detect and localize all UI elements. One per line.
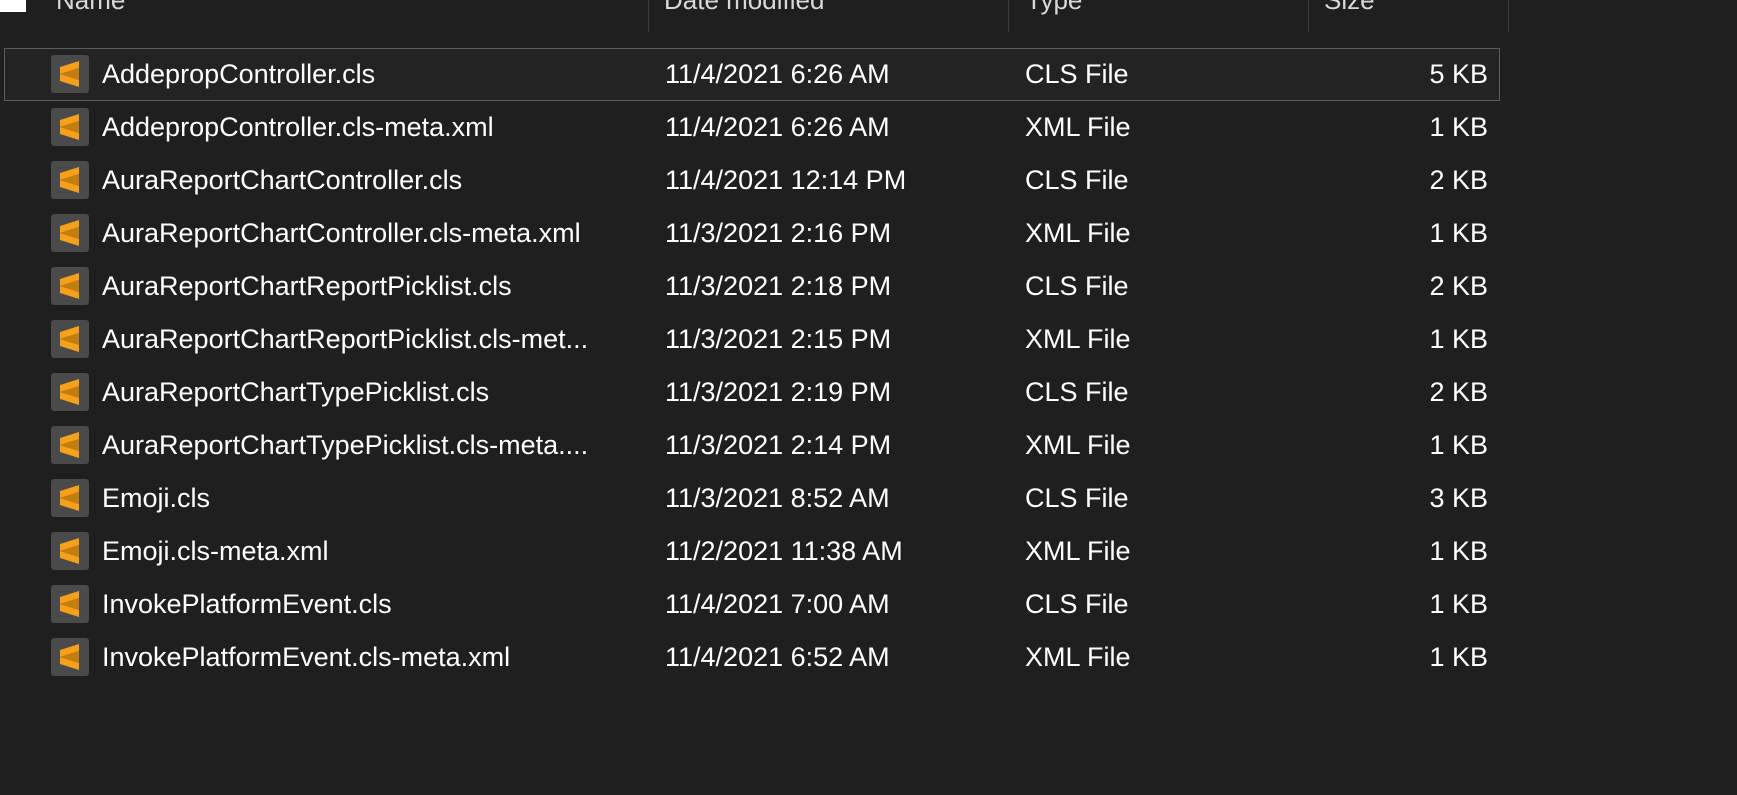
sublime-text-file-icon — [51, 373, 89, 411]
file-row[interactable]: InvokePlatformEvent.cls-meta.xml 11/4/20… — [4, 631, 1500, 684]
sublime-text-file-icon — [51, 585, 89, 623]
file-row[interactable]: Emoji.cls-meta.xml 11/2/2021 11:38 AM XM… — [4, 525, 1500, 578]
sublime-text-file-icon — [51, 55, 89, 93]
column-header-name[interactable]: Name — [56, 0, 646, 32]
file-type: XML File — [1025, 536, 1131, 566]
file-type: CLS File — [1025, 165, 1129, 195]
column-divider[interactable] — [648, 0, 649, 32]
select-all-checkbox[interactable] — [0, 0, 26, 12]
column-header-type[interactable]: Type — [1026, 0, 1306, 32]
file-type: XML File — [1025, 430, 1131, 460]
file-size: 5 KB — [1429, 59, 1488, 89]
file-type: XML File — [1025, 218, 1131, 248]
file-date-modified: 11/4/2021 12:14 PM — [665, 165, 907, 195]
file-size: 2 KB — [1429, 377, 1488, 407]
sublime-text-file-icon — [51, 479, 89, 517]
column-header-size[interactable]: Size — [1324, 0, 1504, 32]
file-size: 3 KB — [1429, 483, 1488, 513]
file-type: CLS File — [1025, 589, 1129, 619]
file-date-modified: 11/3/2021 2:18 PM — [665, 271, 892, 301]
file-type: CLS File — [1025, 483, 1129, 513]
sublime-text-file-icon — [51, 161, 89, 199]
file-size: 1 KB — [1429, 642, 1488, 672]
file-row[interactable]: AuraReportChartController.cls-meta.xml 1… — [4, 207, 1500, 260]
file-type: CLS File — [1025, 59, 1129, 89]
file-date-modified: 11/4/2021 7:00 AM — [665, 589, 890, 619]
sublime-text-file-icon — [51, 267, 89, 305]
sublime-text-file-icon — [51, 214, 89, 252]
file-type: XML File — [1025, 112, 1131, 142]
file-row[interactable]: Emoji.cls 11/3/2021 8:52 AM CLS File 3 K… — [4, 472, 1500, 525]
file-name: AddepropController.cls — [102, 59, 376, 89]
sublime-text-file-icon — [51, 532, 89, 570]
file-size: 1 KB — [1429, 218, 1488, 248]
file-size: 1 KB — [1429, 112, 1488, 142]
column-divider[interactable] — [1308, 0, 1309, 32]
file-list: AddepropController.cls 11/4/2021 6:26 AM… — [4, 48, 1500, 684]
column-header-date-label: Date modified — [664, 0, 825, 15]
file-name: AuraReportChartTypePicklist.cls — [102, 377, 490, 407]
file-row[interactable]: AuraReportChartReportPicklist.cls-met...… — [4, 313, 1500, 366]
file-explorer-details-view: Name Date modified Type Size AddepropCon… — [0, 0, 1737, 795]
file-type: XML File — [1025, 324, 1131, 354]
file-row[interactable]: AddepropController.cls-meta.xml 11/4/202… — [4, 101, 1500, 154]
file-type: XML File — [1025, 642, 1131, 672]
sublime-text-file-icon — [51, 426, 89, 464]
file-date-modified: 11/4/2021 6:26 AM — [665, 59, 890, 89]
file-name: AuraReportChartTypePicklist.cls-meta.... — [102, 430, 589, 460]
file-name: Emoji.cls — [102, 483, 211, 513]
column-divider[interactable] — [1008, 0, 1009, 32]
file-type: CLS File — [1025, 271, 1129, 301]
column-header-size-label: Size — [1324, 0, 1375, 15]
file-date-modified: 11/2/2021 11:38 AM — [665, 536, 903, 566]
column-header-type-label: Type — [1026, 0, 1083, 15]
file-row[interactable]: InvokePlatformEvent.cls 11/4/2021 7:00 A… — [4, 578, 1500, 631]
sublime-text-file-icon — [51, 320, 89, 358]
file-name: AuraReportChartReportPicklist.cls — [102, 271, 512, 301]
file-date-modified: 11/3/2021 2:16 PM — [665, 218, 892, 248]
file-name: AddepropController.cls-meta.xml — [102, 112, 494, 142]
file-row[interactable]: AuraReportChartReportPicklist.cls 11/3/2… — [4, 260, 1500, 313]
column-header-bar: Name Date modified Type Size — [0, 0, 1510, 32]
file-date-modified: 11/3/2021 8:52 AM — [665, 483, 890, 513]
file-row[interactable]: AuraReportChartTypePicklist.cls 11/3/202… — [4, 366, 1500, 419]
file-size: 1 KB — [1429, 589, 1488, 619]
file-name: Emoji.cls-meta.xml — [102, 536, 329, 566]
file-name: AuraReportChartController.cls — [102, 165, 463, 195]
column-header-name-label: Name — [56, 0, 126, 15]
column-header-date-modified[interactable]: Date modified — [664, 0, 1004, 32]
file-row[interactable]: AuraReportChartController.cls 11/4/2021 … — [4, 154, 1500, 207]
file-name: InvokePlatformEvent.cls — [102, 589, 392, 619]
file-name: AuraReportChartController.cls-meta.xml — [102, 218, 581, 248]
file-size: 1 KB — [1429, 536, 1488, 566]
file-date-modified: 11/4/2021 6:52 AM — [665, 642, 890, 672]
file-size: 1 KB — [1429, 324, 1488, 354]
file-date-modified: 11/3/2021 2:14 PM — [665, 430, 892, 460]
column-divider[interactable] — [1508, 0, 1509, 32]
file-row[interactable]: AuraReportChartTypePicklist.cls-meta....… — [4, 419, 1500, 472]
file-row[interactable]: AddepropController.cls 11/4/2021 6:26 AM… — [4, 48, 1500, 101]
file-size: 2 KB — [1429, 165, 1488, 195]
file-size: 1 KB — [1429, 430, 1488, 460]
file-size: 2 KB — [1429, 271, 1488, 301]
file-date-modified: 11/3/2021 2:19 PM — [665, 377, 892, 407]
sublime-text-file-icon — [51, 108, 89, 146]
file-date-modified: 11/3/2021 2:15 PM — [665, 324, 892, 354]
file-name: AuraReportChartReportPicklist.cls-met... — [102, 324, 589, 354]
file-name: InvokePlatformEvent.cls-meta.xml — [102, 642, 511, 672]
file-type: CLS File — [1025, 377, 1129, 407]
sublime-text-file-icon — [51, 638, 89, 676]
file-date-modified: 11/4/2021 6:26 AM — [665, 112, 890, 142]
